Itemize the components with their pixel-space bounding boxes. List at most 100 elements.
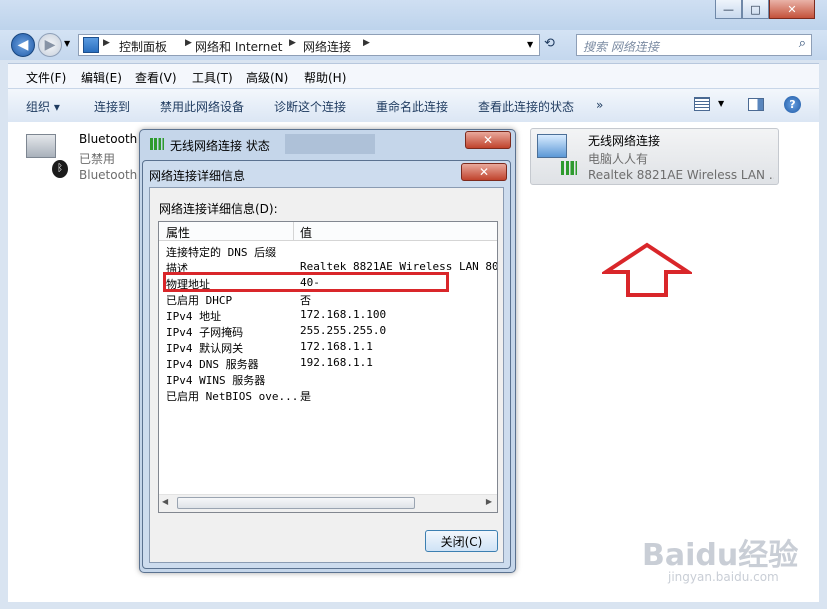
connection-device: Bluetooth (79, 168, 138, 182)
watermark-brand: Baidu经验 (642, 538, 799, 573)
address-dropdown[interactable]: ▼ (527, 40, 533, 49)
details-row[interactable]: IPv4 地址 172.168.1.100 (159, 307, 497, 323)
connection-name: 无线网络连接 (588, 134, 661, 148)
column-divider[interactable] (293, 222, 294, 240)
breadcrumb-control-panel[interactable]: 控制面板 (119, 38, 167, 55)
search-icon[interactable]: ⌕ (799, 36, 806, 51)
connection-status: 已禁用 (79, 152, 116, 166)
forward-button[interactable]: ▶ (38, 33, 62, 57)
connection-device: Realtek 8821AE Wireless LAN ... (588, 168, 774, 182)
organize-button[interactable]: 组织 ▾ (26, 98, 60, 115)
search-placeholder: 搜索 网络连接 (583, 40, 659, 54)
menu-advanced[interactable]: 高级(N) (246, 69, 288, 86)
address-bar[interactable]: ▶ 控制面板 ▶ 网络和 Internet ▶ 网络连接 ▶ ▼ (78, 34, 540, 56)
chevron-right-icon: ▶ (185, 38, 192, 48)
close-dialog-button[interactable]: 关闭(C) (425, 530, 498, 552)
details-group-label: 网络连接详细信息(D): (159, 202, 278, 216)
computer-icon (537, 134, 567, 158)
row-property: IPv4 DNS 服务器 (166, 358, 259, 371)
connection-wireless[interactable]: 无线网络连接 电脑人人有 Realtek 8821AE Wireless LAN… (530, 128, 779, 185)
menu-edit[interactable]: 编辑(E) (81, 69, 122, 86)
connect-to-button[interactable]: 连接到 (94, 98, 130, 115)
row-value: 172.168.1.100 (300, 308, 387, 321)
connection-status: 电脑人人有 (588, 152, 649, 166)
command-bar: 组织 ▾ 连接到 禁用此网络设备 诊断这个连接 重命名此连接 查看此连接的状态 … (8, 88, 819, 123)
chevron-right-icon: ▶ (103, 38, 110, 48)
arrow-right-icon: ▶ (44, 37, 56, 53)
row-property: 连接特定的 DNS 后缀 (166, 246, 277, 259)
details-listview[interactable]: 属性 值 连接特定的 DNS 后缀 描述 Realtek 8821AE Wirel… (158, 221, 498, 513)
details-dialog-close-button[interactable]: ✕ (461, 163, 507, 181)
recent-pages-dropdown[interactable]: ▼ (64, 39, 70, 48)
row-value: 255.255.255.0 (300, 324, 387, 337)
row-value: 否 (300, 294, 311, 307)
view-dropdown-icon[interactable]: ▼ (718, 99, 724, 108)
row-property: 已启用 DHCP (166, 294, 233, 307)
diagnose-button[interactable]: 诊断这个连接 (274, 98, 346, 115)
menu-bar: 文件(F) 编辑(E) 查看(V) 工具(T) 高级(N) 帮助(H) (8, 63, 819, 88)
details-row[interactable]: IPv4 DNS 服务器 192.168.1.1 (159, 355, 497, 371)
help-icon[interactable]: ? (784, 96, 801, 113)
highlight-annotation (163, 272, 449, 292)
view-options-icon[interactable] (694, 97, 710, 111)
window-titlebar: — □ ✕ (0, 0, 827, 30)
menu-view[interactable]: 查看(V) (135, 69, 177, 86)
scroll-right-icon[interactable]: ▶ (486, 497, 492, 506)
status-dialog-title: 无线网络连接 状态 (170, 139, 270, 153)
details-row[interactable]: IPv4 子网掩码 255.255.255.0 (159, 323, 497, 339)
wifi-signal-icon (561, 161, 577, 175)
row-property: IPv4 WINS 服务器 (166, 374, 266, 387)
row-property: IPv4 子网掩码 (166, 326, 244, 339)
bluetooth-icon: ᛒ (52, 160, 68, 178)
more-commands-button[interactable]: » (596, 98, 603, 112)
search-input[interactable]: 搜索 网络连接 ⌕ (576, 34, 812, 56)
rename-button[interactable]: 重命名此连接 (376, 98, 448, 115)
row-value: 192.168.1.1 (300, 356, 373, 369)
scroll-left-icon[interactable]: ◀ (162, 497, 168, 506)
breadcrumb-network-internet[interactable]: 网络和 Internet (195, 38, 282, 55)
details-row[interactable]: IPv4 WINS 服务器 (159, 371, 497, 387)
details-row[interactable]: 已启用 DHCP 否 (159, 291, 497, 307)
watermark-url: jingyan.baidu.com (668, 570, 779, 584)
column-header-property[interactable]: 属性 (166, 224, 190, 241)
blurred-content (285, 134, 375, 154)
minimize-button[interactable]: — (715, 0, 742, 19)
watermark: Baidu经验 jingyan.baidu.com (634, 522, 814, 602)
row-property: IPv4 地址 (166, 310, 222, 323)
connection-name: Bluetooth (79, 132, 138, 146)
chevron-right-icon: ▶ (289, 38, 296, 48)
menu-file[interactable]: 文件(F) (26, 69, 66, 86)
horizontal-scrollbar[interactable]: ◀ ▶ (159, 494, 497, 512)
preview-pane-icon[interactable] (748, 98, 764, 111)
connection-bluetooth[interactable]: ᛒ Bluetooth 已禁用 Bluetooth (22, 130, 142, 186)
status-dialog-titlebar: 无线网络连接 状态 ✕ (140, 130, 515, 158)
row-property: 已启用 NetBIOS ove... (166, 390, 299, 403)
maximize-button[interactable]: □ (742, 0, 769, 19)
back-button[interactable]: ◀ (11, 33, 35, 57)
close-button[interactable]: ✕ (769, 0, 815, 19)
details-row[interactable]: 已启用 NetBIOS ove... 是 (159, 387, 497, 403)
control-panel-icon (83, 37, 99, 53)
disable-device-button[interactable]: 禁用此网络设备 (160, 98, 244, 115)
column-header-value[interactable]: 值 (300, 224, 312, 241)
row-property: IPv4 默认网关 (166, 342, 244, 355)
wifi-signal-icon (150, 138, 164, 150)
breadcrumb-network-connections[interactable]: 网络连接 (303, 38, 351, 55)
computer-icon (26, 134, 56, 158)
menu-tools[interactable]: 工具(T) (192, 69, 233, 86)
arrow-left-icon: ◀ (17, 37, 29, 53)
row-value: 172.168.1.1 (300, 340, 373, 353)
row-value: 是 (300, 390, 311, 403)
view-status-button[interactable]: 查看此连接的状态 (478, 98, 574, 115)
status-dialog-close-button[interactable]: ✕ (465, 131, 511, 149)
chevron-right-icon: ▶ (363, 38, 370, 48)
details-dialog-title: 网络连接详细信息 (149, 169, 246, 183)
details-row[interactable]: IPv4 默认网关 172.168.1.1 (159, 339, 497, 355)
menu-help[interactable]: 帮助(H) (304, 69, 346, 86)
scrollbar-thumb[interactable] (177, 497, 415, 509)
refresh-icon[interactable]: ⟲ (544, 36, 555, 51)
address-row: ◀ ▶ ▼ ▶ 控制面板 ▶ 网络和 Internet ▶ 网络连接 ▶ ▼ ⟲… (0, 30, 827, 60)
details-list-header: 属性 值 (159, 222, 497, 241)
details-row[interactable]: 连接特定的 DNS 后缀 (159, 243, 497, 259)
arrow-up-annotation-icon (602, 242, 692, 297)
